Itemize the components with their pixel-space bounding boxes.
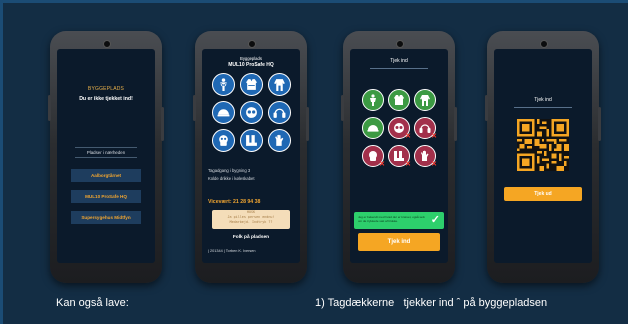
place-button[interactable]: Supersygehus Midtfyn [71, 211, 141, 224]
gloves-icon[interactable]: ✕ [414, 145, 437, 168]
divider [370, 68, 428, 69]
place-button[interactable]: Aalborgtårnet [71, 169, 141, 182]
camera [248, 40, 256, 48]
side-button [161, 107, 164, 141]
harness-icon[interactable] [362, 89, 384, 111]
mask-icon[interactable]: ✕ [362, 145, 385, 168]
helmet-icon[interactable] [362, 117, 384, 139]
site-name: MUL10 ProSafe HQ [228, 62, 274, 68]
mask-icon [212, 129, 235, 152]
coverall-icon[interactable] [414, 89, 436, 111]
screen: Byggeplads MUL10 ProSafe HQ Tagadgang i … [202, 49, 300, 263]
divider [75, 157, 137, 158]
side-button [485, 95, 488, 121]
side-button [193, 95, 196, 121]
nearby-places-label: Pladser i nærheden [86, 150, 126, 155]
boots-icon [240, 129, 263, 152]
missing-mark-icon: ✕ [405, 161, 411, 168]
screen-title: Tjek ind [390, 58, 408, 64]
check-out-button[interactable]: Tjek ud [504, 187, 582, 201]
boots-icon[interactable]: ✕ [388, 145, 411, 168]
goggles-icon[interactable]: ✕ [388, 117, 411, 140]
screen: Tjek ind ✕ ✕ ✕ ✕ ✕ Jeg er bekendt med hv… [350, 49, 448, 263]
side-button [48, 95, 51, 121]
gloves-icon [268, 129, 291, 152]
divider [514, 107, 572, 108]
screen-title: BYGGEPLADS [87, 86, 125, 92]
camera [103, 40, 111, 48]
site-header: Byggeplads [240, 56, 262, 61]
place-button[interactable]: MUL10 ProSafe HQ [71, 190, 141, 203]
ear-protection-icon [268, 101, 291, 124]
note-card: HUSK Ja pilles persen endnu! Medarbejd. … [212, 210, 290, 229]
helmet-icon [212, 101, 235, 124]
missing-mark-icon: ✕ [405, 133, 411, 140]
alert-text: Jeg er bekendt med hvad der er krævet, o… [358, 215, 425, 224]
slide-canvas: BYGGEPLADS Du er ikke tjekket ind! Plads… [0, 0, 628, 324]
screen: Tjek ind Tjek ud [494, 49, 592, 263]
ear-protection-icon[interactable]: ✕ [414, 117, 437, 140]
checkmark-icon: ✓ [430, 214, 440, 226]
screen: BYGGEPLADS Du er ikke tjekket ind! Plads… [57, 49, 155, 263]
acknowledge-alert[interactable]: Jeg er bekendt med hvad der er krævet, o… [354, 212, 444, 229]
missing-mark-icon: ✕ [431, 133, 437, 140]
footer-user: | 201344 | Torben K. Iversen [208, 249, 256, 253]
phone-check-in: Tjek ind ✕ ✕ ✕ ✕ ✕ Jeg er bekendt med hv… [341, 31, 457, 283]
screen-title: Tjek ind [534, 97, 552, 103]
vicevaert-phone[interactable]: Vicevært: 21 28 94 38 [208, 199, 260, 205]
info-line: Kolde drikke i køleskabet [208, 176, 255, 181]
phone-not-checked-in: BYGGEPLADS Du er ikke tjekket ind! Plads… [48, 31, 164, 283]
check-in-button[interactable]: Tjek ind [358, 233, 440, 251]
missing-mark-icon: ✕ [379, 161, 385, 168]
side-button [598, 107, 601, 141]
phone-qr-check-in: Tjek ind Tjek ud [485, 31, 601, 283]
info-line: Tagadgang i bygning 3 [208, 168, 251, 173]
camera [396, 40, 404, 48]
camera [540, 40, 548, 48]
side-button [341, 95, 344, 121]
qr-code-icon [517, 119, 569, 171]
side-button [306, 107, 309, 141]
missing-mark-icon: ✕ [431, 161, 437, 168]
harness-icon [212, 73, 235, 96]
caption-right: 1) Tagdækkerne tjekker ind ˆ på byggepla… [315, 297, 548, 309]
people-on-site-link[interactable]: Folk på pladsen [202, 235, 300, 240]
divider [75, 147, 137, 148]
vest-icon [240, 73, 263, 96]
caption-left: Kan også lave: [56, 297, 129, 309]
vest-icon[interactable] [388, 89, 410, 111]
coverall-icon [268, 73, 291, 96]
phone-site-info: Byggeplads MUL10 ProSafe HQ Tagadgang i … [193, 31, 309, 283]
status-message: Du er ikke tjekket ind! [79, 96, 133, 102]
note-line: Medarbejd. Indtryk ?? [229, 220, 273, 224]
side-button [454, 107, 457, 141]
goggles-icon [240, 101, 263, 124]
